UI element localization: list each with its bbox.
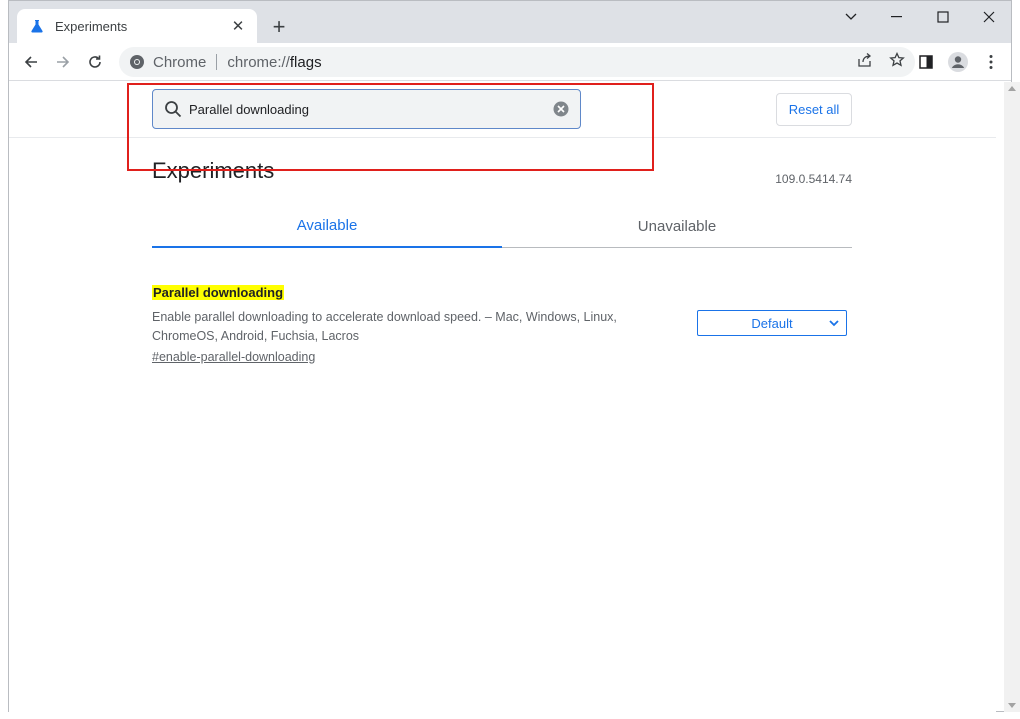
flag-description: Enable parallel downloading to accelerat… [152,310,617,343]
address-bar[interactable]: Chrome chrome://flags [119,47,915,77]
maximize-icon[interactable] [921,5,965,29]
profile-avatar-icon[interactable] [945,49,971,75]
forward-arrow-icon[interactable] [50,49,76,75]
reset-all-button[interactable]: Reset all [776,93,852,126]
bookmark-star-icon[interactable] [889,51,905,72]
omnibox-actions [857,51,905,72]
omnibox-divider [216,54,218,70]
url-text: chrome://flags [227,54,321,71]
browser-tab[interactable]: Experiments ✕ [17,9,257,43]
url-host: flags [289,53,322,71]
flags-page: Reset all Experiments 109.0.5414.74 Avai… [9,82,996,712]
vertical-scrollbar[interactable] [1004,82,1020,712]
new-tab-button[interactable]: + [267,14,291,39]
tab-search-icon[interactable] [829,5,873,29]
chevron-down-icon [828,316,840,333]
flag-entry: Parallel downloading Enable parallel dow… [152,284,852,366]
flask-icon [29,18,45,34]
reload-icon[interactable] [82,49,108,75]
minimize-icon[interactable] [875,5,919,29]
tab-available[interactable]: Available [152,204,502,248]
tab-strip: Available Unavailable [152,204,852,248]
version-label: 109.0.5414.74 [775,172,852,186]
flag-name: Parallel downloading [152,285,285,300]
back-arrow-icon[interactable] [18,49,44,75]
tab-close-icon[interactable]: ✕ [229,17,247,35]
annotation-highlight-box [127,83,654,171]
site-chip: Chrome [153,53,207,71]
title-bar: Experiments ✕ + [9,1,1011,43]
side-panel-icon[interactable] [913,49,939,75]
tab-unavailable[interactable]: Unavailable [502,204,852,248]
close-window-icon[interactable] [967,5,1011,29]
url-scheme: chrome:// [227,53,290,71]
toolbar: Chrome chrome://flags [9,43,1011,81]
share-icon[interactable] [857,52,873,72]
scroll-up-arrow-icon[interactable] [1008,86,1016,91]
scroll-down-arrow-icon[interactable] [1008,703,1016,708]
tab-title: Experiments [55,18,128,34]
flag-state-value: Default [751,315,793,331]
chrome-icon [129,54,145,70]
flag-state-select[interactable]: Default [697,310,847,336]
more-menu-icon[interactable] [978,49,1004,75]
flag-permalink[interactable]: #enable-parallel-downloading [152,350,315,364]
